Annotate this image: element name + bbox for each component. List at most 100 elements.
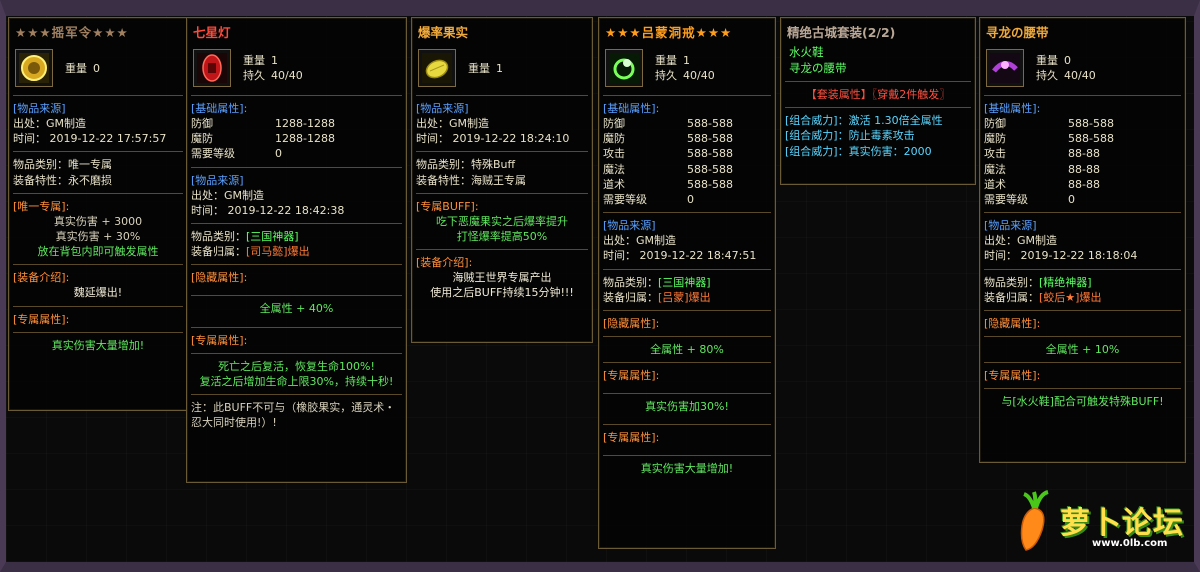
- item-title: ★★★吕蒙洞戒★★★: [605, 25, 733, 40]
- item-category: 物品类别：[三国神器]: [603, 275, 711, 289]
- stat-row: 魔防 588-588: [603, 132, 733, 146]
- durability-label: 持久: [655, 69, 677, 82]
- forum-logo: 萝卜论坛 www.0lb.com: [1012, 490, 1192, 560]
- durability-value: 40/40: [271, 69, 303, 82]
- weight-value: 1: [496, 61, 503, 75]
- item-owner: 装备归属：[蛟后★]爆出: [984, 290, 1102, 304]
- exclusive-label: [专属属性]:: [191, 333, 248, 347]
- stat-row: 需要等级 0: [603, 193, 694, 207]
- weight-value: 0: [1064, 54, 1071, 67]
- item-title: 寻龙の腰带: [986, 25, 1049, 40]
- exclusive-label: [专属属性]:: [984, 369, 1041, 383]
- exclusive-text-2: 复活之后增加生命上限30%，持续十秒!: [199, 374, 394, 388]
- source-from: 出处：GM制造: [191, 188, 265, 202]
- durability-label: 持久: [243, 69, 265, 82]
- hidden-text: 全属性 + 10%: [1045, 343, 1120, 357]
- tooltip-xun-long-yao-dai: 寻龙の腰带 重量 0 持久 40/40 [基础属性]: 防御 588-588 魔防 58…: [979, 17, 1186, 463]
- source-label: [物品来源]: [191, 173, 244, 187]
- stat-row: 道术 88-88: [984, 177, 1100, 191]
- weight-value: 1: [683, 54, 690, 67]
- item-owner: 装备归属：[吕蒙]爆出: [603, 290, 711, 304]
- hidden-label: [隐藏属性]:: [984, 317, 1041, 331]
- durability-value: 40/40: [683, 69, 715, 82]
- stat-row: 需要等级 0: [984, 193, 1075, 207]
- intro-text: 魏延爆出!: [73, 286, 123, 300]
- source-label: [物品来源]: [416, 102, 469, 115]
- exclusive-label: [专属属性]:: [603, 369, 660, 383]
- stat-row: 魔法 588-588: [603, 162, 733, 176]
- base-stats-label: [基础属性]:: [984, 102, 1041, 115]
- logo-url: www.0lb.com: [1092, 538, 1168, 549]
- source-from: 出处：GM制造: [13, 117, 87, 130]
- durability-label: 持久: [1036, 69, 1058, 82]
- unique-stat-3: 放在背包内即可触发属性: [37, 245, 159, 259]
- exclusive-text: 与[水火鞋]配合可触发特殊BUFF!: [1001, 395, 1164, 409]
- set-title: 精绝古城套装(2/2): [787, 25, 896, 40]
- note-1: 注：此BUFF不可与（橡胶果实，通灵术・: [191, 401, 396, 415]
- carrot-icon: [1020, 490, 1049, 551]
- unique-label: [唯一专属]:: [13, 199, 70, 213]
- note-2: 忍大同时使用!）!: [191, 416, 277, 430]
- weight-value: 1: [271, 54, 278, 67]
- weight-label: 重量: [655, 54, 677, 67]
- base-stats-label: [基础属性]:: [603, 102, 660, 115]
- intro-text-2: 使用之后BUFF持续15分钟!!!: [430, 286, 574, 300]
- stat-row: 魔防 1288-1288: [191, 132, 335, 146]
- stat-row: 攻击 88-88: [984, 147, 1100, 161]
- exclusive-label-2: [专属属性]:: [603, 431, 660, 445]
- logo-text: 萝卜论坛: [1060, 506, 1184, 541]
- item-category: 物品类别：[精绝神器]: [984, 275, 1092, 289]
- source-time: 时间： 2019-12-22 17:57:57: [13, 132, 167, 146]
- source-from: 出处：GM制造: [603, 234, 677, 248]
- source-time: 时间： 2019-12-22 18:18:04: [984, 249, 1138, 263]
- source-time: 时间： 2019-12-22 18:47:51: [603, 249, 757, 263]
- item-feature: 装备特性：海贼王专属: [416, 173, 526, 187]
- intro-label: [装备介绍]:: [13, 271, 70, 285]
- intro-text-1: 海贼王世界专属产出: [452, 271, 552, 285]
- tooltip-set-bonus: 精绝古城套装(2/2) 水火鞋 寻龙の腰带 【套装属性】〖穿戴2件触发〗 [组合…: [780, 17, 976, 185]
- weight-label: 重量: [65, 61, 87, 75]
- tooltip-bao-lv-guo-shi: 爆率果实 重量 1 [物品来源] 出处：GM制造 时间： 2019-12-22 1…: [411, 17, 593, 343]
- base-stats-label: [基础属性]:: [191, 102, 248, 115]
- item-title: 七星灯: [193, 25, 231, 40]
- exclusive-text: 真实伤害大量增加!: [51, 338, 145, 352]
- intro-label: [装备介绍]:: [416, 256, 473, 270]
- weight-label: 重量: [243, 54, 265, 67]
- hidden-text: 全属性 + 80%: [650, 343, 724, 357]
- set-item-2: 寻龙の腰带: [789, 61, 847, 75]
- buff-text-2: 打怪爆率提高50%: [456, 230, 548, 244]
- source-time: 时间： 2019-12-22 18:42:38: [191, 203, 345, 217]
- stat-row: 需要等级 0: [191, 147, 282, 161]
- hidden-text: 全属性 + 40%: [259, 302, 334, 316]
- yellow-fruit-icon: [418, 49, 456, 87]
- exclusive-text-2: 真实伤害大量增加!: [640, 462, 734, 476]
- set-bonus-label: 【套装属性】〖穿戴2件触发〗: [805, 88, 951, 101]
- combo-3: [组合威力]：真实伤害：2000: [785, 144, 932, 158]
- red-lamp-icon: [193, 49, 231, 87]
- buff-label: [专属BUFF]:: [416, 199, 479, 213]
- hidden-label: [隐藏属性]:: [191, 271, 248, 285]
- unique-stat-2: 真实伤害 + 30%: [55, 230, 141, 244]
- item-title: ★★★摇军令★★★: [15, 25, 129, 40]
- weight-label: 重量: [468, 61, 490, 75]
- item-category: 物品类别：特殊Buff: [416, 158, 516, 172]
- exclusive-label: [专属属性]:: [13, 312, 70, 326]
- hidden-label: [隐藏属性]:: [603, 317, 660, 331]
- stat-row: 道术 588-588: [603, 177, 733, 191]
- weight-label: 重量: [1036, 54, 1058, 67]
- weight-value: 0: [93, 61, 100, 75]
- stat-row: 防御 1288-1288: [191, 117, 335, 130]
- item-feature: 装备特性：永不磨损: [13, 173, 112, 187]
- source-label: [物品来源]: [984, 219, 1037, 233]
- tooltip-qi-xing-deng: 七星灯 重量 1 持久 40/40 [基础属性]: 防御 1288-1288 魔防 12…: [186, 17, 407, 483]
- stat-row: 魔防 588-588: [984, 132, 1114, 146]
- source-time: 时间： 2019-12-22 18:24:10: [416, 132, 570, 146]
- token-icon: [15, 49, 53, 87]
- exclusive-text: 真实伤害加30%!: [645, 400, 729, 414]
- stat-row: 攻击 588-588: [603, 147, 733, 161]
- buff-text-1: 吃下恶魔果实之后爆率提升: [436, 214, 568, 228]
- source-label: [物品来源]: [13, 102, 66, 115]
- source-from: 出处：GM制造: [984, 234, 1058, 248]
- item-category: 物品类别：[三国神器]: [191, 230, 299, 244]
- source-from: 出处：GM制造: [416, 117, 490, 130]
